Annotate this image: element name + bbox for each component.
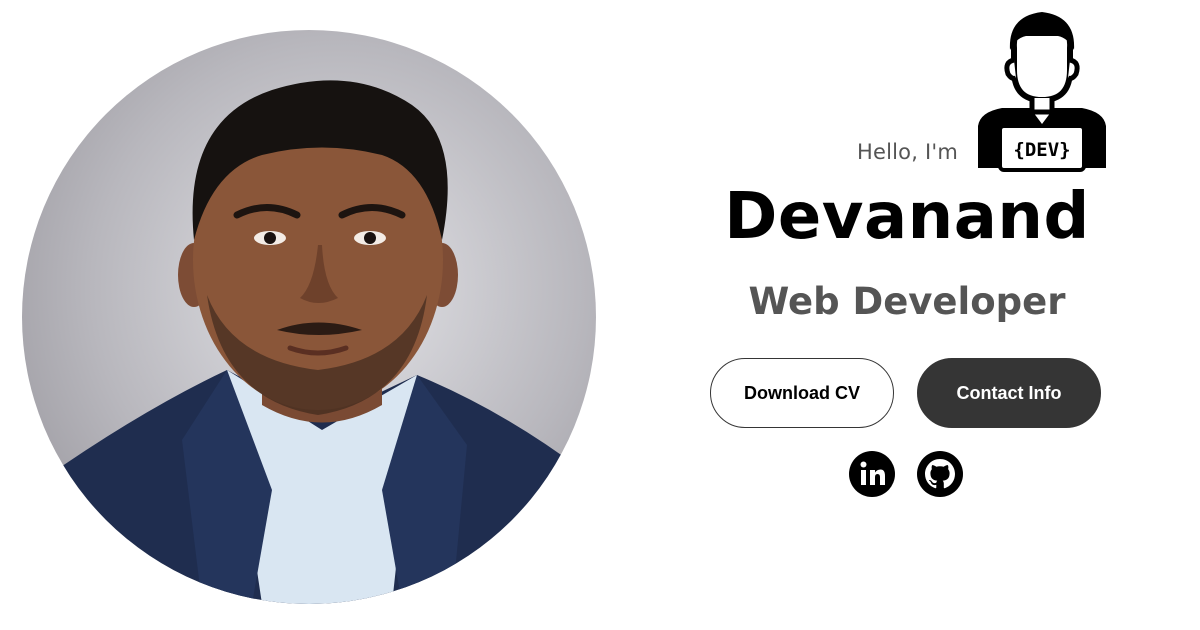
profile-photo bbox=[22, 30, 596, 604]
dev-logo-icon: {DEV} bbox=[972, 8, 1112, 172]
linkedin-icon[interactable] bbox=[848, 450, 896, 498]
dev-logo-text: {DEV} bbox=[1013, 139, 1070, 161]
page-title: Devanand bbox=[724, 180, 1090, 254]
greeting-text: Hello, I'm bbox=[856, 140, 958, 164]
github-icon[interactable] bbox=[916, 450, 964, 498]
contact-info-label: Contact Info bbox=[956, 382, 1062, 403]
download-cv-label: Download CV bbox=[744, 382, 860, 403]
download-cv-button[interactable]: Download CV bbox=[710, 358, 894, 428]
job-title: Web Developer bbox=[748, 280, 1066, 323]
contact-info-button[interactable]: Contact Info bbox=[917, 358, 1101, 428]
hero-section: {DEV} Hello, I'm Devanand Web Developer … bbox=[0, 0, 1200, 630]
